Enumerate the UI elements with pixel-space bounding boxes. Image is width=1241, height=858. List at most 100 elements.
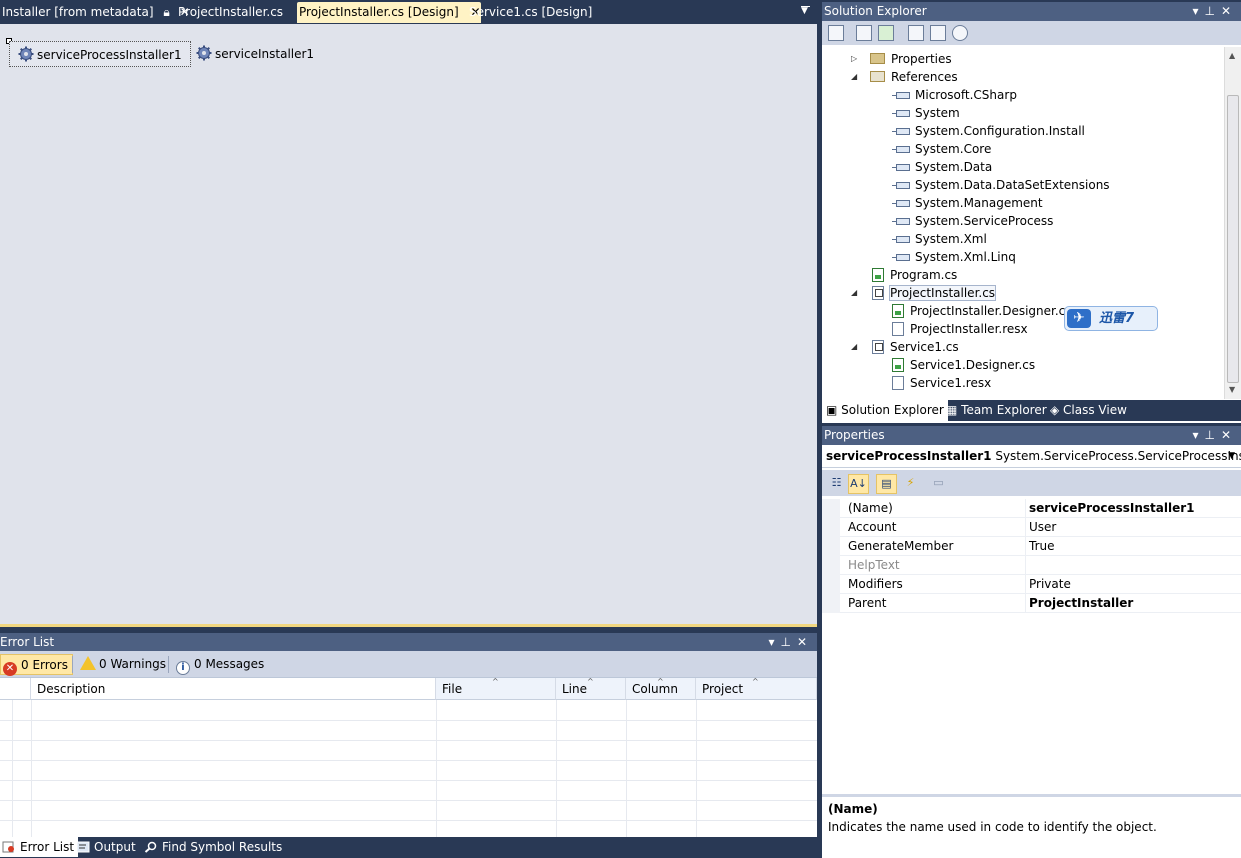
tree-item-properties[interactable]: Properties: [870, 50, 952, 68]
component-service-process-installer[interactable]: serviceProcessInstaller1: [9, 41, 191, 67]
tab-find-symbol-results[interactable]: Find Symbol Results: [142, 837, 286, 857]
object-selector[interactable]: serviceProcessInstaller1 System.ServiceP…: [822, 445, 1241, 468]
messages-filter-button[interactable]: i 0 Messages: [174, 654, 268, 675]
csharp-file-icon: [892, 304, 904, 318]
tree-item-projectinstaller-designer[interactable]: ProjectInstaller.Designer.cs: [892, 302, 1072, 320]
tree-item-references[interactable]: References: [870, 68, 958, 86]
view-class-diagram-icon[interactable]: [952, 25, 968, 41]
tree-item-service1-resx[interactable]: Service1.resx: [892, 374, 991, 392]
properties-icon[interactable]: [828, 25, 844, 41]
tree-item-reference[interactable]: System: [892, 104, 960, 122]
tree-item-reference[interactable]: System.Core: [892, 140, 991, 158]
property-row[interactable]: Parent ProjectInstaller: [822, 594, 1241, 613]
show-all-files-icon[interactable]: [856, 25, 872, 41]
property-row[interactable]: (Name) serviceProcessInstaller1: [822, 499, 1241, 518]
property-pages-icon[interactable]: ▭: [928, 474, 949, 494]
tree-item-program-cs[interactable]: Program.cs: [872, 266, 957, 284]
close-icon[interactable]: ✕: [1221, 428, 1237, 442]
errors-filter-button[interactable]: ✕ 0 Errors: [0, 654, 73, 676]
tab-class-view[interactable]: ◈ Class View: [1046, 400, 1131, 421]
property-row[interactable]: GenerateMember True: [822, 537, 1241, 556]
tab-error-list[interactable]: Error List: [0, 837, 79, 857]
close-icon[interactable]: ✕: [1221, 4, 1237, 18]
tree-item-label: System.Management: [915, 196, 1043, 210]
pin-icon[interactable]: ⊥: [780, 635, 796, 649]
tab-output[interactable]: Output: [74, 837, 140, 857]
properties-toolbar: ☷ A↓ ▤ ⚡ ▭: [822, 468, 1241, 496]
property-row[interactable]: Modifiers Private: [822, 575, 1241, 594]
chevron-down-icon[interactable]: ▼: [1228, 445, 1235, 468]
categorized-icon[interactable]: ☷: [826, 474, 847, 494]
property-value[interactable]: True: [1029, 537, 1055, 556]
tree-item-projectinstaller-resx[interactable]: ProjectInstaller.resx: [892, 320, 1028, 338]
column-header-line[interactable]: Line ^: [556, 677, 626, 700]
collapse-icon[interactable]: ◢: [851, 338, 861, 356]
property-value[interactable]: serviceProcessInstaller1: [1029, 499, 1195, 518]
column-header-column[interactable]: Column ^: [626, 677, 696, 700]
tree-item-reference[interactable]: System.Data: [892, 158, 993, 176]
collapse-icon[interactable]: ◢: [851, 284, 861, 302]
property-value[interactable]: Private: [1029, 575, 1071, 594]
component-service-installer[interactable]: serviceInstaller1: [188, 41, 322, 67]
panel-title: Error List: [0, 635, 55, 649]
column-header-description[interactable]: Description: [31, 678, 436, 700]
tab-solution-explorer[interactable]: ▣ Solution Explorer: [822, 400, 948, 421]
dropdown-icon[interactable]: ▾: [1192, 428, 1204, 442]
property-value[interactable]: ProjectInstaller: [1029, 594, 1133, 613]
dropdown-icon[interactable]: ▾: [768, 635, 780, 649]
tab-installer-metadata[interactable]: Installer [from metadata] 🔒︎ ✕: [0, 2, 190, 23]
error-list-grid: Description File ^ Line ^ Column ^ Project ^: [0, 677, 817, 837]
tree-item-service1-designer[interactable]: Service1.Designer.cs: [892, 356, 1035, 374]
tree-item-reference[interactable]: System.Xml: [892, 230, 987, 248]
expand-icon[interactable]: ▷: [851, 50, 861, 68]
column-header-project[interactable]: Project ^: [696, 677, 817, 700]
tree-item-reference[interactable]: Microsoft.CSharp: [892, 86, 1017, 104]
close-icon[interactable]: ✕: [797, 635, 813, 649]
tree-item-reference[interactable]: System.Xml.Linq: [892, 248, 1016, 266]
refresh-icon[interactable]: [878, 25, 894, 41]
scroll-thumb[interactable]: [1227, 95, 1239, 383]
view-code-icon[interactable]: [908, 25, 924, 41]
reference-icon: [892, 146, 910, 153]
tree-item-label: System.Data.DataSetExtensions: [915, 178, 1110, 192]
tree-item-reference[interactable]: System.Configuration.Install: [892, 122, 1085, 140]
property-row[interactable]: Account User: [822, 518, 1241, 537]
property-value[interactable]: User: [1029, 518, 1056, 537]
pin-icon[interactable]: ⊥: [1204, 428, 1220, 442]
component-label: serviceInstaller1: [215, 47, 315, 61]
property-row[interactable]: HelpText: [822, 556, 1241, 575]
references-folder-icon: [870, 71, 885, 82]
reference-icon: [892, 254, 910, 261]
pin-icon[interactable]: ⊥: [1204, 4, 1220, 18]
warning-icon: [80, 656, 96, 670]
tab-service1-design[interactable]: Service1.cs [Design]: [467, 2, 592, 23]
dropdown-icon[interactable]: ▾: [1192, 4, 1204, 18]
warnings-filter-button[interactable]: 0 Warnings: [78, 654, 170, 675]
column-header-icon[interactable]: [0, 678, 31, 700]
scroll-up-icon[interactable]: ▲: [1229, 51, 1235, 60]
properties-view-icon[interactable]: ▤: [876, 474, 897, 494]
tree-item-projectinstaller-cs[interactable]: ProjectInstaller.cs: [872, 284, 997, 302]
tree-item-reference[interactable]: System.Management: [892, 194, 1043, 212]
vertical-scrollbar[interactable]: ▲ ▼: [1224, 47, 1241, 399]
events-icon[interactable]: ⚡: [900, 474, 921, 494]
tab-projectinstaller-design[interactable]: ProjectInstaller.cs [Design] ✕: [297, 2, 481, 23]
tree-item-reference[interactable]: System.ServiceProcess: [892, 212, 1054, 230]
tree-item-reference[interactable]: System.Data.DataSetExtensions: [892, 176, 1110, 194]
tab-dropdown-icon[interactable]: ▼: [801, 6, 811, 16]
tab-label: Installer [from metadata]: [2, 5, 154, 19]
tree-item-service1-cs[interactable]: Service1.cs: [872, 338, 959, 356]
component-designer-surface[interactable]: serviceProcessInstaller1 serviceInstalle…: [0, 24, 817, 627]
alphabetical-icon[interactable]: A↓: [848, 474, 869, 494]
tab-team-explorer[interactable]: ▦ Team Explorer: [942, 400, 1051, 421]
column-header-file[interactable]: File ^: [436, 677, 556, 700]
reference-icon: [892, 182, 910, 189]
grid-col-line: [696, 700, 697, 837]
tree-item-label: System.Data: [915, 160, 993, 174]
thunder-float-badge[interactable]: ✈︎ 迅雷7: [1064, 306, 1158, 331]
tree-item-label: System.ServiceProcess: [915, 214, 1054, 228]
scroll-down-icon[interactable]: ▼: [1229, 385, 1235, 394]
tab-projectinstaller-cs[interactable]: ProjectInstaller.cs: [176, 2, 283, 23]
view-designer-icon[interactable]: [930, 25, 946, 41]
collapse-icon[interactable]: ◢: [851, 68, 861, 86]
